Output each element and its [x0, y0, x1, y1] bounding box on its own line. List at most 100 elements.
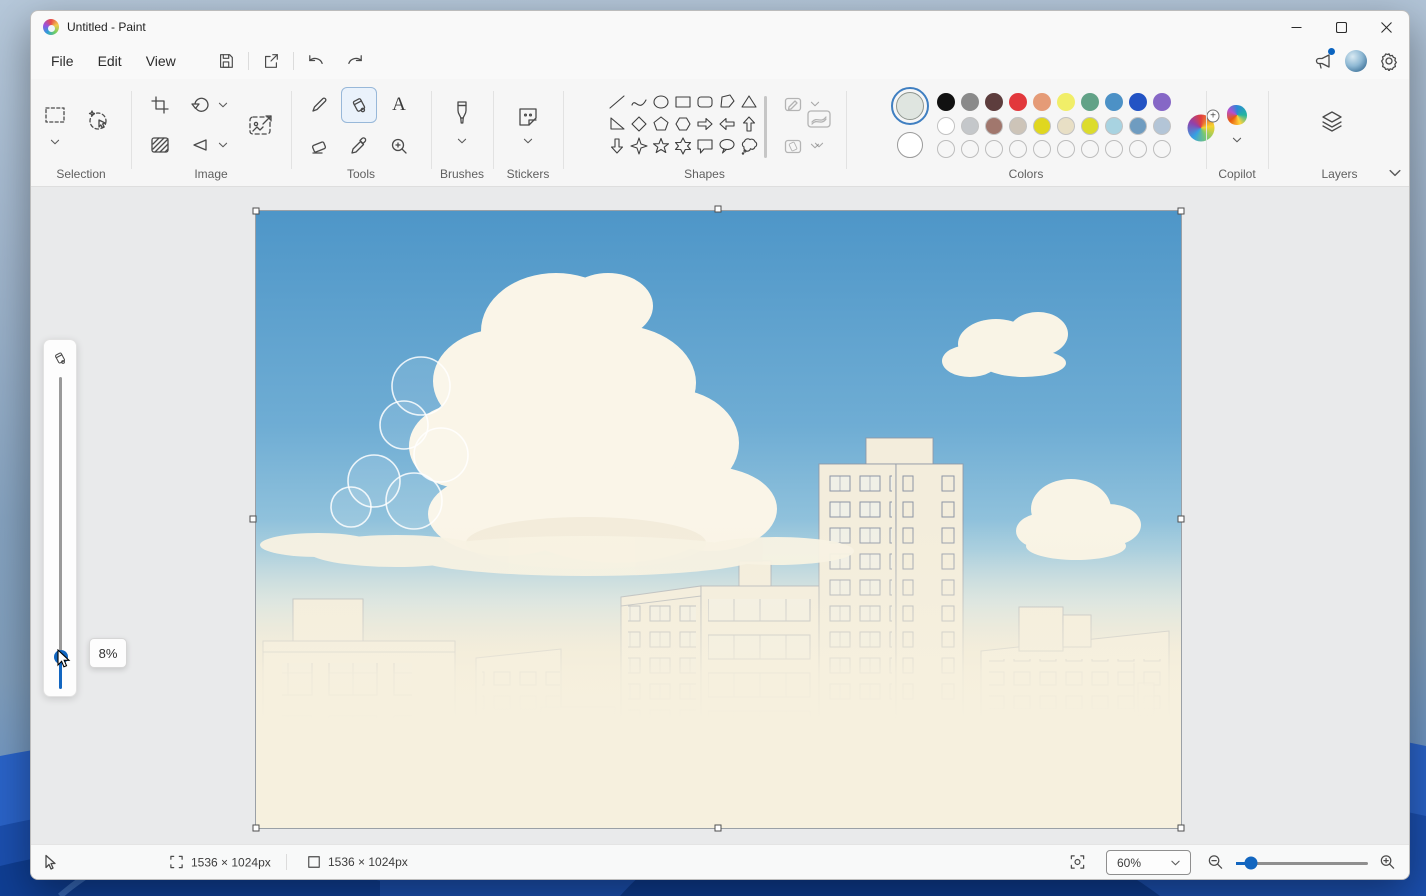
crop-button[interactable]	[142, 87, 178, 123]
resize-handle-top-right[interactable]	[1178, 208, 1185, 215]
shape-hexagon[interactable]	[672, 113, 694, 135]
feedback-button[interactable]	[1313, 51, 1333, 71]
copilot-dropdown-chevron[interactable]	[1233, 137, 1242, 143]
palette-empty-slot-8[interactable]	[1105, 140, 1123, 158]
smart-select-button[interactable]	[80, 102, 116, 138]
remove-background-button[interactable]	[142, 127, 178, 163]
layers-button[interactable]	[1314, 103, 1350, 139]
share-button[interactable]	[255, 47, 287, 75]
magnifier-tool-button[interactable]	[381, 128, 417, 164]
fill-tool-button-selected[interactable]	[341, 87, 377, 123]
menu-edit[interactable]: Edit	[86, 48, 134, 74]
pencil-tool-button[interactable]	[301, 87, 337, 123]
resize-handle-bottom-left[interactable]	[253, 825, 260, 832]
shape-arrow-left[interactable]	[716, 113, 738, 135]
shape-rectangle[interactable]	[672, 91, 694, 113]
palette-empty-slot-5[interactable]	[1033, 140, 1051, 158]
undo-button[interactable]	[300, 47, 332, 75]
shape-curve[interactable]	[628, 91, 650, 113]
shape-right-triangle[interactable]	[606, 113, 628, 135]
palette-color-r1-c1[interactable]	[937, 93, 955, 111]
shape-triangle[interactable]	[738, 91, 760, 113]
resize-handle-middle-right[interactable]	[1178, 516, 1185, 523]
secondary-color-swatch[interactable]	[897, 132, 923, 158]
palette-color-r2-c1[interactable]	[937, 117, 955, 135]
save-button[interactable]	[210, 47, 242, 75]
settings-button[interactable]	[1379, 51, 1399, 71]
palette-empty-slot-6[interactable]	[1057, 140, 1075, 158]
shapes-scrollbar[interactable]	[764, 96, 767, 158]
resize-handle-bottom-right[interactable]	[1178, 825, 1185, 832]
palette-color-r2-c10[interactable]	[1153, 117, 1171, 135]
brushes-button[interactable]	[444, 95, 480, 131]
shape-cloud-callout[interactable]	[738, 135, 760, 157]
palette-color-r1-c2[interactable]	[961, 93, 979, 111]
color-picker-tool-button[interactable]	[341, 128, 377, 164]
brushes-dropdown-chevron[interactable]	[458, 138, 467, 144]
fit-to-window-button[interactable]	[1069, 854, 1086, 871]
account-avatar[interactable]	[1345, 50, 1367, 72]
palette-color-r2-c2[interactable]	[961, 117, 979, 135]
palette-color-r1-c3[interactable]	[985, 93, 1003, 111]
resize-handle-bottom-center[interactable]	[715, 825, 722, 832]
palette-color-r1-c5[interactable]	[1033, 93, 1051, 111]
shape-ellipse[interactable]	[650, 91, 672, 113]
copilot-button[interactable]	[1219, 97, 1255, 133]
shape-polygon[interactable]	[716, 91, 738, 113]
text-tool-button[interactable]: A	[381, 87, 417, 123]
maximize-button[interactable]	[1319, 11, 1364, 43]
stickers-button[interactable]	[510, 99, 546, 135]
shape-arrow-right[interactable]	[694, 113, 716, 135]
shape-rounded-rectangle[interactable]	[694, 91, 716, 113]
zoom-out-button[interactable]	[1207, 854, 1224, 871]
palette-color-r1-c8[interactable]	[1105, 93, 1123, 111]
rectangle-select-button[interactable]	[37, 97, 73, 133]
minimize-button[interactable]	[1274, 11, 1319, 43]
shape-oval-callout[interactable]	[716, 135, 738, 157]
shape-arrow-down[interactable]	[606, 135, 628, 157]
zoom-in-button[interactable]	[1379, 854, 1396, 871]
flip-dropdown-chevron[interactable]	[219, 142, 228, 148]
palette-color-r2-c6[interactable]	[1057, 117, 1075, 135]
palette-color-r1-c4[interactable]	[1009, 93, 1027, 111]
ribbon-overflow-chevron[interactable]	[1389, 169, 1401, 177]
shape-six-point-star[interactable]	[672, 135, 694, 157]
palette-color-r2-c7[interactable]	[1081, 117, 1099, 135]
resize-handle-top-left[interactable]	[253, 208, 260, 215]
resize-handle-middle-left[interactable]	[250, 516, 257, 523]
close-button[interactable]	[1364, 11, 1409, 43]
palette-color-r2-c9[interactable]	[1129, 117, 1147, 135]
drawing-canvas[interactable]	[256, 211, 1181, 828]
palette-empty-slot-4[interactable]	[1009, 140, 1027, 158]
palette-color-r1-c6[interactable]	[1057, 93, 1075, 111]
size-button[interactable]	[801, 101, 837, 137]
flip-button[interactable]	[182, 127, 218, 163]
shape-diamond[interactable]	[628, 113, 650, 135]
shape-line[interactable]	[606, 91, 628, 113]
palette-color-r2-c5[interactable]	[1033, 117, 1051, 135]
palette-empty-slot-1[interactable]	[937, 140, 955, 158]
palette-color-r1-c10[interactable]	[1153, 93, 1171, 111]
stickers-dropdown-chevron[interactable]	[524, 138, 533, 144]
zoom-slider-thumb[interactable]	[1245, 857, 1258, 870]
tolerance-slider-track[interactable]	[59, 377, 62, 662]
rotate-button[interactable]	[182, 87, 218, 123]
palette-color-r1-c9[interactable]	[1129, 93, 1147, 111]
palette-empty-slot-7[interactable]	[1081, 140, 1099, 158]
palette-color-r2-c3[interactable]	[985, 117, 1003, 135]
size-dropdown-chevron[interactable]	[815, 142, 824, 148]
palette-empty-slot-9[interactable]	[1129, 140, 1147, 158]
palette-empty-slot-10[interactable]	[1153, 140, 1171, 158]
shape-five-point-star[interactable]	[650, 135, 672, 157]
palette-empty-slot-3[interactable]	[985, 140, 1003, 158]
shape-rectangular-callout[interactable]	[694, 135, 716, 157]
shape-four-point-star[interactable]	[628, 135, 650, 157]
menu-file[interactable]: File	[39, 48, 86, 74]
palette-color-r1-c7[interactable]	[1081, 93, 1099, 111]
palette-color-r2-c8[interactable]	[1105, 117, 1123, 135]
redo-button[interactable]	[340, 47, 372, 75]
resize-handle-top-center[interactable]	[715, 206, 722, 213]
eraser-tool-button[interactable]	[301, 128, 337, 164]
shape-arrow-up[interactable]	[738, 113, 760, 135]
palette-empty-slot-2[interactable]	[961, 140, 979, 158]
